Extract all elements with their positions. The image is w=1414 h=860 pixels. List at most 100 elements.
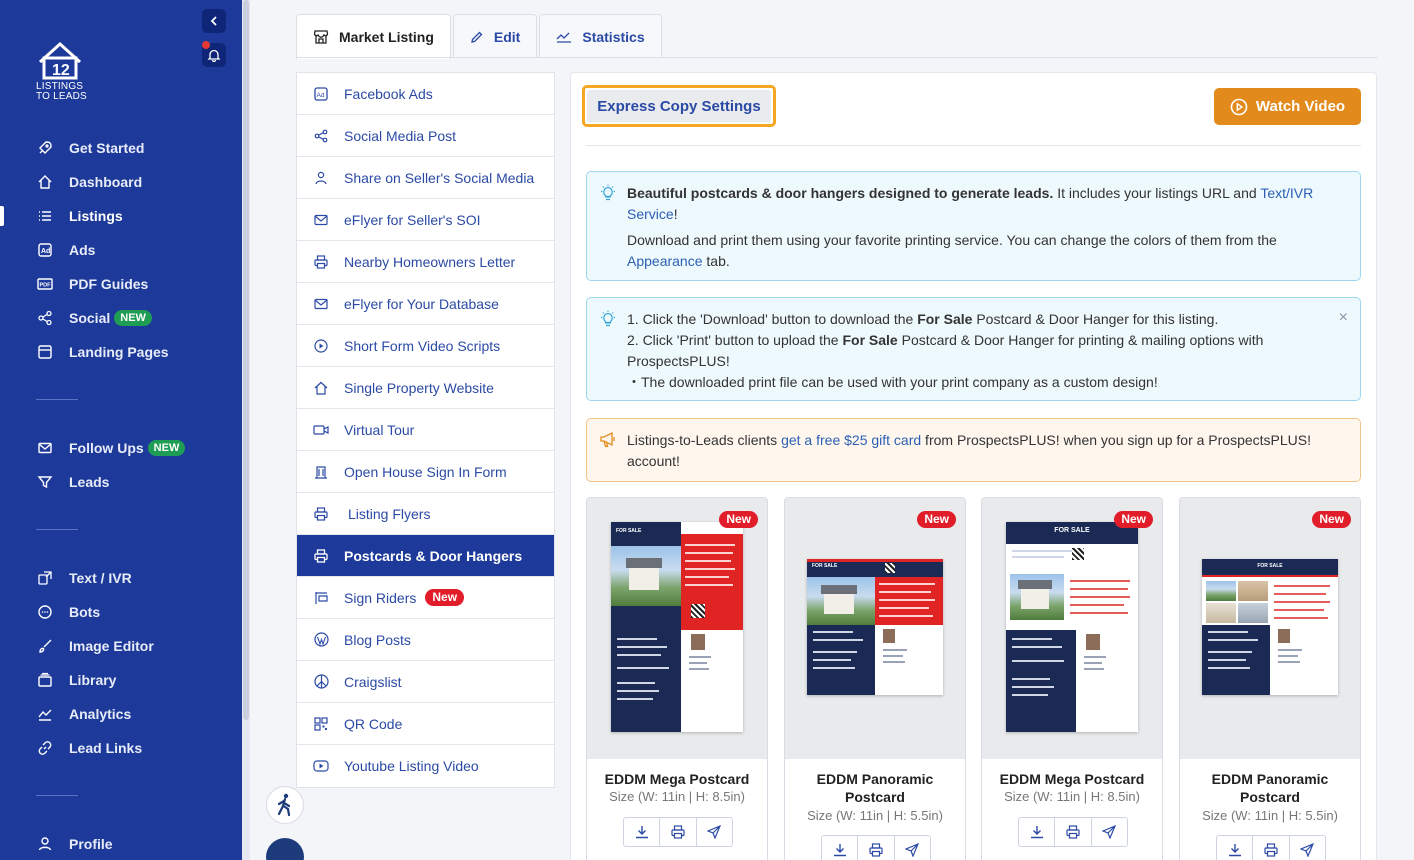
menu-virtual-tour[interactable]: Virtual Tour [297,409,554,451]
close-alert-button[interactable]: × [1339,310,1348,326]
postcard-card[interactable]: FOR SALE New EDDM Mega Postcard Size (W:… [586,497,768,860]
nav-image-editor[interactable]: Image Editor [0,631,242,661]
postcard-preview[interactable]: FOR SALE New [785,498,965,759]
print-button[interactable] [1253,836,1290,860]
menu-postcards-door-hangers[interactable]: Postcards & Door Hangers [297,535,554,577]
svg-text:Ad: Ad [317,92,325,99]
alert-body: Listings-to-Leads clients get a free $25… [627,430,1340,472]
printer-icon [313,506,329,522]
menu-label: Virtual Tour [344,421,415,438]
nav-social[interactable]: Social NEW [0,303,242,333]
send-button[interactable] [1290,836,1325,860]
new-badge: New [719,511,758,528]
youtube-icon [313,758,329,774]
library-icon [36,671,54,689]
alert-bold-text: For Sale [917,311,973,327]
postcard-thumbnail: FOR SALE [1202,559,1338,695]
postcard-preview[interactable]: FOR SALE New [587,498,767,759]
download-icon [1228,844,1241,857]
menu-social-media-post[interactable]: Social Media Post [297,115,554,157]
nav-label: Listings [69,208,123,224]
accessibility-button[interactable] [266,786,304,824]
tab-label: Market Listing [339,29,434,45]
share-icon [36,309,54,327]
menu-youtube-listing-video[interactable]: Youtube Listing Video [297,745,554,787]
nav-analytics[interactable]: Analytics [0,699,242,729]
brush-icon [36,637,54,655]
alert-text: 1. Click the 'Download' button to downlo… [627,311,918,327]
logo-text: LISTINGS TO LEADS [36,82,87,102]
nav-landing-pages[interactable]: Landing Pages [0,337,242,367]
nav-library[interactable]: Library [0,665,242,695]
tab-statistics[interactable]: Statistics [539,14,662,58]
nav-label: PDF Guides [69,276,149,292]
download-button[interactable] [822,836,859,860]
menu-sign-riders[interactable]: Sign Riders New [297,577,554,619]
menu-craigslist[interactable]: Craigslist [297,661,554,703]
language-button[interactable] [266,838,304,860]
nav-get-started[interactable]: Get Started [0,133,242,163]
send-button[interactable] [697,818,732,846]
nav-label: Profile [69,836,113,852]
menu-short-form-video-scripts[interactable]: Short Form Video Scripts [297,325,554,367]
postcard-card[interactable]: FOR SALE New EDDM Panoramic Postcard Siz… [784,497,966,860]
new-badge: NEW [114,310,152,326]
mail-icon [36,439,54,457]
appearance-link[interactable]: Appearance [627,253,703,269]
sidebar-scrollbar[interactable] [242,0,250,860]
menu-eflyer-seller-soi[interactable]: eFlyer for Seller's SOI [297,199,554,241]
download-button[interactable] [624,818,661,846]
send-icon [905,843,920,857]
send-button[interactable] [895,836,930,860]
tab-bar: Market Listing Edit Statistics [296,14,664,59]
download-button[interactable] [1019,818,1056,846]
gift-card-link[interactable]: get a free $25 gift card [781,432,921,448]
notifications-button[interactable] [202,41,226,67]
nav-lead-links[interactable]: Lead Links [0,733,242,763]
postcard-thumbnail: FOR SALE [807,559,943,695]
new-badge: New [1312,511,1351,528]
nav-text-ivr[interactable]: Text / IVR [0,563,242,593]
menu-label: Share on Seller's Social Media [344,169,535,186]
alert-text: It includes your listings URL and [1053,185,1261,201]
nav-label: Library [69,672,117,688]
postcard-card[interactable]: FOR SALE New EDDM Panoramic Postcard Siz… [1179,497,1361,860]
menu-share-seller-social[interactable]: Share on Seller's Social Media [297,157,554,199]
menu-eflyer-database[interactable]: eFlyer for Your Database [297,283,554,325]
watch-video-button[interactable]: Watch Video [1214,88,1361,125]
print-button[interactable] [1055,818,1092,846]
menu-single-property-website[interactable]: Single Property Website [297,367,554,409]
scrollbar-thumb[interactable] [243,0,249,720]
postcard-card[interactable]: FOR SALE New EDDM Mega Postcard Size (W:… [981,497,1163,860]
nav-listings[interactable]: Listings [0,201,242,231]
nav-follow-ups[interactable]: Follow Ups NEW [0,433,242,463]
tab-market-listing[interactable]: Market Listing [296,14,451,59]
menu-nearby-homeowners-letter[interactable]: Nearby Homeowners Letter [297,241,554,283]
alert-text: tab. [702,253,730,269]
nav-bots[interactable]: Bots [0,597,242,627]
print-button[interactable] [858,836,895,860]
card-actions [1018,817,1128,847]
postcard-preview[interactable]: FOR SALE New [1180,498,1360,759]
menu-listing-flyers[interactable]: Listing Flyers [297,493,554,535]
nav-label: Image Editor [69,638,154,654]
collapse-sidebar-button[interactable] [202,9,226,33]
postcard-preview[interactable]: FOR SALE New [982,498,1162,759]
accessibility-icon [277,793,291,817]
nav-ads[interactable]: Ad Ads [0,235,242,265]
nav-profile[interactable]: Profile [0,829,242,859]
tab-edit[interactable]: Edit [452,14,538,58]
express-copy-settings-button[interactable]: Express Copy Settings [582,85,776,127]
menu-qr-code[interactable]: QR Code [297,703,554,745]
menu-open-house-sign-in[interactable]: Open House Sign In Form [297,451,554,493]
home-icon [36,173,54,191]
menu-blog-posts[interactable]: Blog Posts [297,619,554,661]
nav-dashboard[interactable]: Dashboard [0,167,242,197]
nav-pdf-guides[interactable]: PDF PDF Guides [0,269,242,299]
send-button[interactable] [1092,818,1127,846]
download-button[interactable] [1217,836,1254,860]
print-button[interactable] [660,818,697,846]
menu-facebook-ads[interactable]: Ad Facebook Ads [297,73,554,115]
printer-icon [313,254,329,270]
nav-leads[interactable]: Leads [0,467,242,497]
